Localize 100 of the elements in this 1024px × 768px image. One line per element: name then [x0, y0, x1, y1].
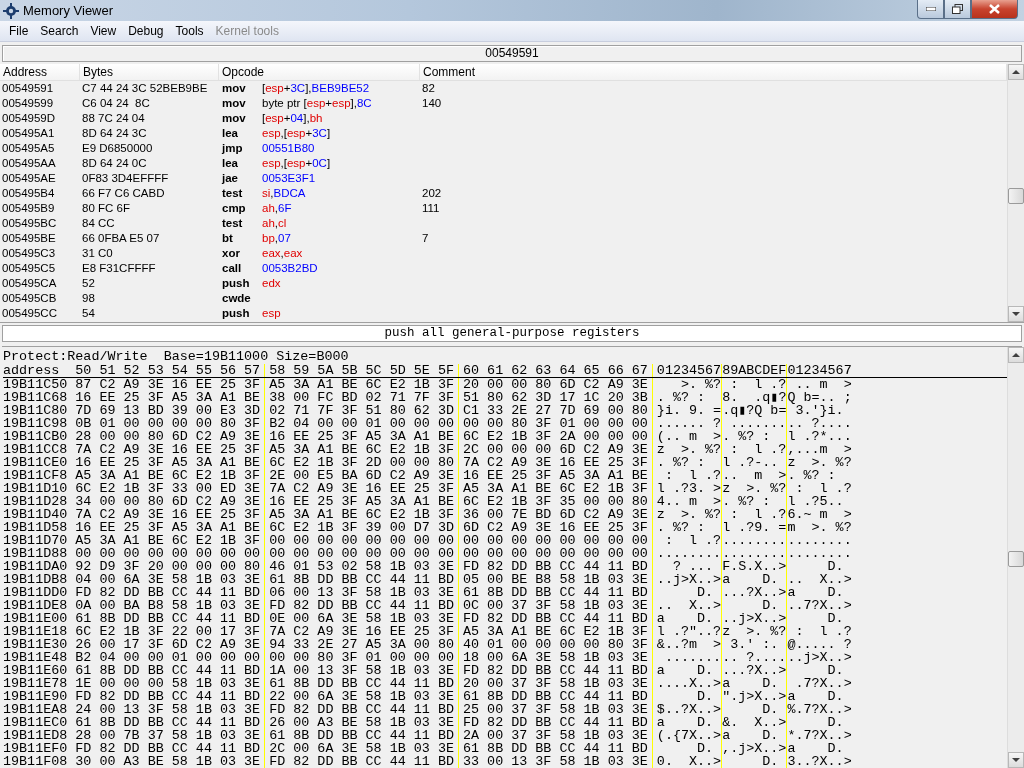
bytes-cell-text: 8D 64 24 0C [81, 156, 148, 171]
hex-bytes: 61 8B DD BB CC 44 11 BD [265, 677, 459, 690]
ascii-text: 6.~ m > [787, 508, 852, 521]
comment-cell-text: 111 [421, 201, 441, 216]
operand-text: eax,eax [262, 246, 303, 261]
ascii-text: D. [827, 664, 844, 677]
ascii-text: ...... ? [652, 417, 723, 430]
column-header[interactable]: Opcode [219, 64, 420, 80]
address-cell-text: 19B11DE8 [3, 599, 69, 612]
menu-item[interactable]: Debug [122, 23, 170, 39]
comment-cell-text: 202 [421, 186, 443, 201]
operand-text: si,BDCA [262, 186, 306, 201]
ascii-text: .. X..> [652, 599, 723, 612]
ascii-text: 0. X..> [652, 755, 723, 768]
ascii-text: D. [652, 586, 723, 599]
operand-text: ah,6F [262, 201, 292, 216]
ascii-text: >. %? [652, 378, 723, 391]
hex-bytes: A5 3A A1 BE 6C E2 1B 3F [459, 625, 653, 638]
operand-text: esp,[esp+0C] [262, 156, 331, 171]
hex-bytes: A5 3A A1 BE 6C E2 1B 3F [75, 534, 266, 547]
hex-bytes: B2 04 00 00 01 00 00 00 [265, 417, 459, 430]
hex-bytes: 61 8B DD BB CC 44 11 BD [265, 729, 459, 742]
address-cell-text: 19B11F08 [3, 755, 69, 768]
menu-item[interactable]: File [3, 23, 35, 39]
hex-bytes: C1 33 2E 27 7D 69 00 80 [459, 404, 653, 417]
hex-bytes: 61 8B DD BB CC 44 11 BD [75, 664, 266, 677]
operand-text: bp,07 [262, 231, 291, 246]
operand-text: esp [262, 306, 281, 321]
address-cell-text: 005495BE [1, 231, 57, 246]
bytes-cell-text: 98 [81, 291, 96, 306]
address-cell-text: 19B11C80 [3, 404, 69, 417]
bytes-cell-text: 66 0FBA E5 07 [81, 231, 161, 246]
address-cell-text: 19B11EA8 [3, 703, 69, 716]
ascii-text: a D. [652, 716, 723, 729]
ascii-text: a D. [722, 677, 788, 690]
address-cell-text: 19B11D88 [3, 547, 69, 560]
ascii-text: 3.' :. [722, 638, 788, 651]
ascii-text: D. [722, 755, 788, 768]
ascii-text: D. [722, 703, 788, 716]
column-header: 58 59 5A 5B 5C 5D 5E 5F [265, 364, 459, 377]
ascii-text: : l .? [722, 508, 788, 521]
bytes-cell-text: 31 C0 [81, 246, 114, 261]
address-cell-text: 19B11E48 [3, 651, 69, 664]
address-cell-text: 005495A1 [1, 126, 56, 141]
ascii-text: ....... [652, 651, 723, 664]
address-cell-text: 19B11DB8 [3, 573, 69, 586]
hex-bytes: 25 00 37 3F 58 1B 03 3E [459, 703, 653, 716]
ascii-text: Q b=.. ; [787, 391, 852, 404]
ascii-text: ,.j>X..> [722, 742, 788, 755]
ascii-text: ,...m > [787, 443, 852, 456]
address-cell-text: 19B11E60 [3, 664, 69, 677]
ascii-text: ........ [722, 547, 788, 560]
comment-cell-text: 7 [421, 231, 430, 246]
hex-bytes: 05 00 BE B8 58 1B 03 3E [459, 573, 653, 586]
hex-bytes: 92 D9 3F 20 00 00 00 80 [75, 560, 266, 573]
column-header: 01234567 [652, 364, 723, 377]
hex-bytes: 7A C2 A9 3E 16 EE 25 3F [265, 482, 459, 495]
column-header[interactable]: Address [0, 64, 80, 80]
ascii-text: . %? : [652, 456, 723, 469]
hex-bytes: 6C E2 1B 3F 33 00 ED 3E [75, 482, 266, 495]
ascii-text: ? ... [652, 560, 723, 573]
ascii-text: .. ?.... [787, 417, 852, 430]
hex-bytes: 28 00 00 80 6D C2 A9 3E [75, 430, 266, 443]
mnemonic-text: test [221, 216, 244, 231]
ascii-text: (.{7X..> [652, 729, 723, 742]
hex-bytes: 1E 00 00 00 58 1B 03 3E [75, 677, 266, 690]
ascii-text: : l .? [652, 469, 723, 482]
hex-bytes: A5 3A A1 BE 6C E2 1B 3F [265, 378, 459, 391]
comment-cell-text: 140 [421, 96, 443, 111]
menu-item[interactable]: View [84, 23, 123, 39]
hex-bytes: 7A C2 A9 3E 16 EE 25 3F [459, 456, 653, 469]
hex-bytes: FD 82 DD BB CC 44 11 BD [265, 599, 459, 612]
bytes-cell-text: 84 CC [81, 216, 116, 231]
instruction-description: push all general-purpose registers [2, 325, 1022, 342]
bytes-cell-text: 0F83 3D4EFFFF [81, 171, 170, 186]
hex-bytes: 22 00 6A 3E 58 1B 03 3E [265, 690, 459, 703]
ascii-text: ...?X..> [722, 586, 788, 599]
ascii-text: ....... [722, 417, 788, 430]
ascii-text: : l .? [794, 482, 852, 495]
mnemonic-text: test [221, 186, 244, 201]
hex-bytes: 7A C2 A9 3E 16 EE 25 3F [75, 443, 266, 456]
mnemonic-text: mov [221, 111, 247, 126]
hex-bytes: 0A 00 BA B8 58 1B 03 3E [75, 599, 266, 612]
ascii-text: (.. m > [652, 430, 723, 443]
mnemonic-text: jmp [220, 141, 244, 156]
address-cell-text: 19B11CC8 [3, 443, 69, 456]
column-header: 60 61 62 63 64 65 66 67 [459, 364, 653, 377]
ascii-text: .. m > [794, 378, 852, 391]
hex-bytes: B2 04 00 00 01 00 00 00 [75, 651, 266, 664]
ascii-text: a D. [787, 742, 845, 755]
hex-bytes: 0C 00 37 3F 58 1B 03 3E [459, 599, 653, 612]
address-cell-text: 00549599 [1, 96, 55, 111]
ascii-text: ".j>X..> [722, 690, 788, 703]
column-header[interactable]: Bytes [80, 64, 219, 80]
operand-text: 0053B2BD [262, 261, 318, 276]
menu-item[interactable]: Tools [169, 23, 210, 39]
address-cell-text: 19B11D70 [3, 534, 69, 547]
ascii-text: D. [652, 742, 723, 755]
menu-item[interactable]: Search [34, 23, 85, 39]
address-cell-text: 00549591 [1, 81, 55, 96]
